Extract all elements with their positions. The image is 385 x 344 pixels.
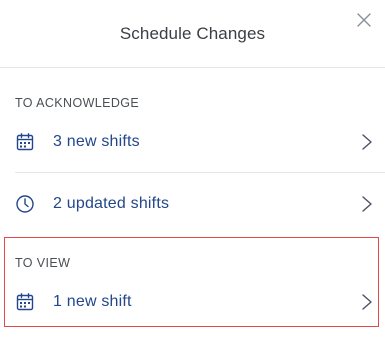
list-item-label: 2 updated shifts xyxy=(53,195,170,212)
section-label-acknowledge: TO ACKNOWLEDGE xyxy=(15,96,140,110)
chevron-right-icon xyxy=(362,196,372,212)
chevron-right-icon xyxy=(362,294,372,310)
calendar-icon xyxy=(16,133,34,151)
list-item-new-shift[interactable]: 1 new shift xyxy=(0,282,385,322)
calendar-icon xyxy=(16,293,34,311)
list-item-label: 3 new shifts xyxy=(53,133,140,150)
dialog-header: Schedule Changes xyxy=(0,0,385,68)
schedule-changes-dialog: Schedule Changes TO ACKNOWLEDGE 3 new sh… xyxy=(0,0,385,344)
section-label-view: TO VIEW xyxy=(15,256,71,270)
list-item-label: 1 new shift xyxy=(53,293,132,310)
close-icon[interactable] xyxy=(355,11,373,29)
list-item-new-shifts[interactable]: 3 new shifts xyxy=(0,122,385,162)
dialog-title: Schedule Changes xyxy=(119,24,266,43)
clock-icon xyxy=(16,195,34,213)
list-item-updated-shifts[interactable]: 2 updated shifts xyxy=(0,184,385,224)
divider xyxy=(15,172,385,173)
chevron-right-icon xyxy=(362,134,372,150)
